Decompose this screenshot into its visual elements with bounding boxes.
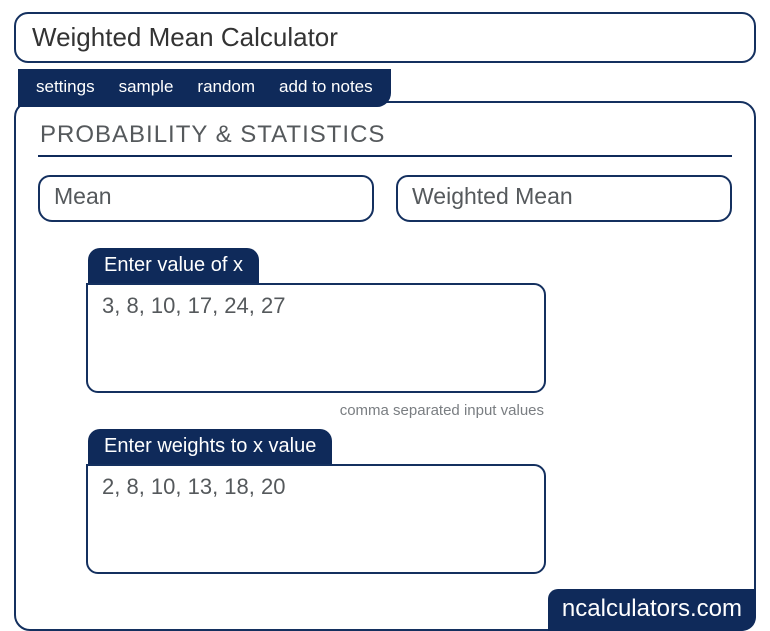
- tab-settings[interactable]: settings: [36, 77, 95, 97]
- weights-label: Enter weights to x value: [88, 429, 332, 466]
- section-heading: PROBABILITY & STATISTICS: [38, 117, 732, 157]
- x-values-field: Enter value of x comma separated input v…: [86, 248, 546, 419]
- mode-tab-mean[interactable]: Mean: [38, 175, 374, 222]
- main-panel: PROBABILITY & STATISTICS Mean Weighted M…: [14, 101, 756, 631]
- weights-input[interactable]: [86, 464, 546, 574]
- weights-field: Enter weights to x value: [86, 429, 546, 579]
- toolbar: settings sample random add to notes: [18, 69, 391, 107]
- page-title: Weighted Mean Calculator: [14, 12, 756, 63]
- mode-tab-weighted-mean[interactable]: Weighted Mean: [396, 175, 732, 222]
- tab-add-to-notes[interactable]: add to notes: [279, 77, 373, 97]
- x-values-label: Enter value of x: [88, 248, 259, 285]
- x-values-input[interactable]: [86, 283, 546, 393]
- x-values-helper: comma separated input values: [86, 402, 544, 419]
- tab-sample[interactable]: sample: [119, 77, 174, 97]
- tab-random[interactable]: random: [197, 77, 255, 97]
- brand-badge: ncalculators.com: [548, 589, 756, 631]
- mode-tabs: Mean Weighted Mean: [38, 175, 732, 222]
